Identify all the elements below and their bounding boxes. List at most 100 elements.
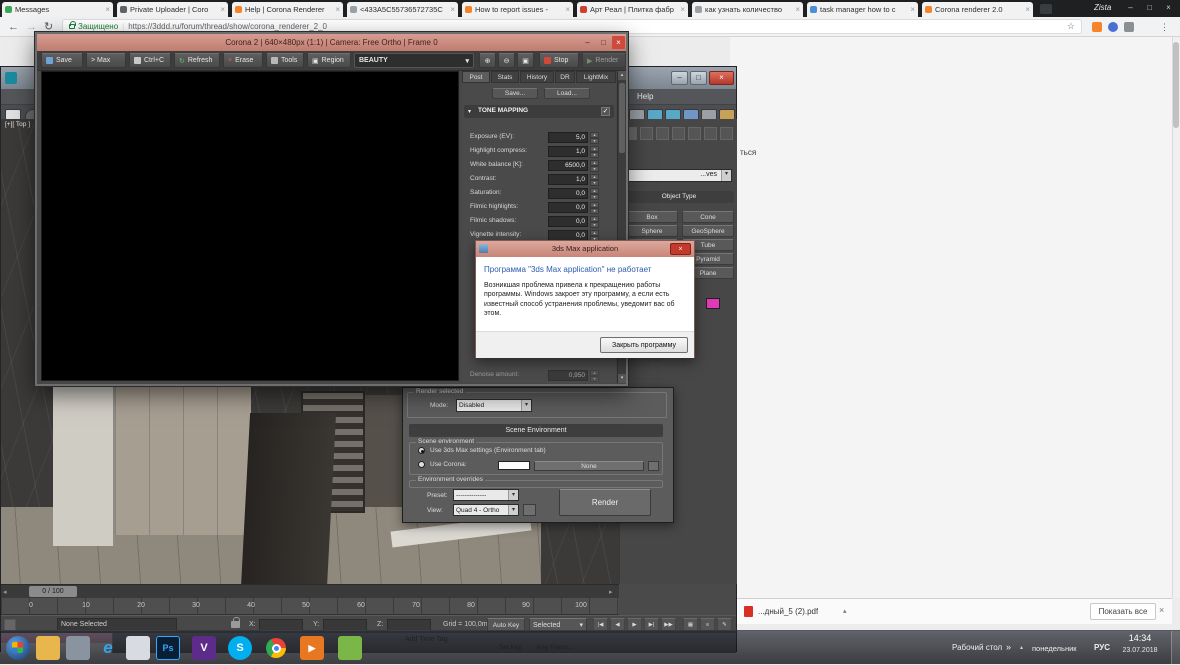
extras-tab-icon[interactable] (720, 127, 733, 140)
tab-close-icon[interactable]: × (565, 5, 570, 14)
vfb-region-button[interactable]: ▣ Region (307, 53, 351, 68)
zoom-fit-icon[interactable]: ▣ (517, 53, 534, 68)
clock[interactable]: 14:34 23.07.2018 (1112, 633, 1168, 663)
tab-close-icon[interactable]: × (910, 5, 915, 14)
object-button-box[interactable]: Box (626, 211, 678, 223)
preset-dropdown[interactable]: -------------- ▾ (453, 489, 519, 501)
window-app-icon[interactable] (66, 636, 90, 660)
param-value[interactable]: 0,0 (548, 202, 588, 213)
motion-tab-icon[interactable] (672, 127, 685, 140)
browser-close-icon[interactable]: × (1160, 1, 1177, 15)
vfb-copy-button[interactable]: Ctrl+C (129, 53, 171, 68)
tab-close-icon[interactable]: × (220, 5, 225, 14)
vfb-title-bar[interactable]: Corona 2 | 640×480px (1:1) | Camera: Fre… (37, 34, 626, 51)
param-value[interactable]: 0,0 (548, 216, 588, 227)
tab-close-icon[interactable]: × (450, 5, 455, 14)
object-button-cone[interactable]: Cone (682, 211, 734, 223)
back-icon[interactable]: ← (8, 19, 19, 35)
param-value[interactable]: 5,0 (548, 132, 588, 143)
max-maximize-icon[interactable]: □ (690, 71, 707, 85)
tonemap-load-button[interactable]: Load... (544, 88, 590, 99)
viewport-label[interactable]: [+][ Top ] (5, 121, 30, 128)
photoshop-icon[interactable]: Ps (156, 636, 180, 660)
start-button[interactable] (6, 636, 30, 660)
use-max-settings-radio[interactable] (418, 447, 425, 454)
browser-tab-help-corona[interactable]: Help | Corona Renderer × (232, 2, 343, 17)
mode-dropdown[interactable]: Disabled ▾ (456, 399, 532, 412)
downloads-bar-close-icon[interactable]: × (1159, 605, 1164, 615)
tab-lightmix[interactable]: LightMix (576, 71, 616, 83)
show-desktop-button[interactable] (1171, 631, 1180, 665)
tab-history[interactable]: History (520, 71, 554, 83)
param-value[interactable]: 6500,0 (548, 160, 588, 171)
category-dropdown[interactable]: ...ves ▾ (626, 169, 732, 182)
timeline-slider-bar[interactable]: ◂ 0 / 100 ▸ (1, 584, 619, 598)
track-bar[interactable]: 0 10 20 30 40 50 60 70 80 90 100 (1, 598, 619, 615)
timeline-left-arrow-icon[interactable]: ◂ (3, 588, 7, 596)
explorer-folder-icon[interactable] (36, 636, 60, 660)
tab-dr[interactable]: DR (555, 71, 575, 83)
browser-scrollbar-thumb[interactable] (1173, 42, 1179, 128)
crash-dialog-title-bar[interactable]: 3ds Max application (476, 241, 694, 257)
selection-lock-icon[interactable] (231, 617, 240, 628)
view-lock-icon[interactable] (523, 504, 536, 516)
tab-close-icon[interactable]: × (105, 5, 110, 14)
spinner[interactable]: ▴ ▾ (590, 146, 599, 158)
new-tab-button[interactable] (1040, 4, 1052, 14)
param-value[interactable]: 0,950 (548, 370, 588, 381)
vfb-erase-button[interactable]: × Erase (223, 53, 263, 68)
tray-show-hidden-icon[interactable]: ▴ (1020, 644, 1023, 651)
spinner[interactable]: ▴ ▾ (590, 132, 599, 144)
browser-tab-question[interactable]: как узнать количество × (692, 2, 803, 17)
extension-icon-gray[interactable] (1124, 22, 1134, 32)
browser-minimize-icon[interactable]: – (1122, 1, 1139, 15)
green-app-icon[interactable] (338, 636, 362, 660)
object-color-swatch[interactable] (706, 298, 720, 309)
spinner[interactable]: ▴ ▾ (590, 188, 599, 200)
browser-tab-private-uploader[interactable]: Private Uploader | Coro × (117, 2, 228, 17)
desktop-toolbar[interactable]: Рабочий стол (952, 643, 1002, 652)
document-app-icon[interactable] (126, 636, 150, 660)
scroll-up-icon[interactable]: ▴ (618, 71, 626, 80)
tab-close-icon[interactable]: × (1025, 5, 1030, 14)
tab-close-icon[interactable]: × (335, 5, 340, 14)
scene-environment-rollout[interactable]: Scene Environment (409, 424, 663, 437)
vfb-minimize-icon[interactable]: – (580, 36, 595, 49)
browser-maximize-icon[interactable]: □ (1141, 1, 1158, 15)
tab-close-icon[interactable]: × (680, 5, 685, 14)
download-item[interactable]: ...дный_5 (2).pdf (758, 607, 818, 616)
tab-stats[interactable]: Stats (491, 71, 519, 83)
vfb-save-button[interactable]: Save (41, 53, 83, 68)
toolbar-expand-icon[interactable]: » (1006, 642, 1011, 652)
browser-menu-icon[interactable]: ⋮ (1160, 19, 1169, 35)
browser-tab-report-issues[interactable]: How to report issues - × (462, 2, 573, 17)
zoom-in-icon[interactable]: ⊕ (479, 53, 496, 68)
spinner[interactable]: ▴ ▾ (590, 174, 599, 186)
vfb-close-icon[interactable]: × (612, 36, 625, 49)
view-dropdown[interactable]: Quad 4 - Ortho ▾ (453, 504, 519, 516)
browser-tab-task-manager[interactable]: task manager how to c × (807, 2, 918, 17)
param-value[interactable]: 0,0 (548, 188, 588, 199)
menu-help[interactable]: Help (637, 92, 653, 101)
environment-color-swatch[interactable] (498, 461, 530, 470)
spinner[interactable]: ▴ ▾ (590, 202, 599, 214)
zoom-out-icon[interactable]: ⊖ (498, 53, 515, 68)
media-player-icon[interactable]: ▶ (300, 636, 324, 660)
tab-post[interactable]: Post (462, 71, 490, 83)
vfb-to-max-button[interactable]: > Max (86, 53, 126, 68)
object-type-rollout[interactable]: Object Type (624, 191, 734, 203)
browser-tab-corona-renderer[interactable]: Corona renderer 2.0 × (922, 2, 1033, 17)
map-browse-icon[interactable] (648, 461, 659, 471)
chrome-icon[interactable] (264, 636, 288, 660)
extension-icon-orange[interactable] (1092, 22, 1102, 32)
render-button[interactable]: Render (559, 489, 651, 516)
browser-tab-artreal[interactable]: Арт Реал | Плитка фабр × (577, 2, 688, 17)
param-value[interactable]: 1,0 (548, 174, 588, 185)
browser-tab-path[interactable]: <433A5C55736572735C × (347, 2, 458, 17)
tab-close-icon[interactable]: × (795, 5, 800, 14)
object-button-sphere[interactable]: Sphere (626, 225, 678, 237)
vfb-tools-button[interactable]: Tools (266, 53, 304, 68)
max-close-icon[interactable]: × (709, 71, 734, 85)
browser-profile-name[interactable]: Zista (1094, 3, 1111, 12)
utilities-tab-icon[interactable] (704, 127, 717, 140)
